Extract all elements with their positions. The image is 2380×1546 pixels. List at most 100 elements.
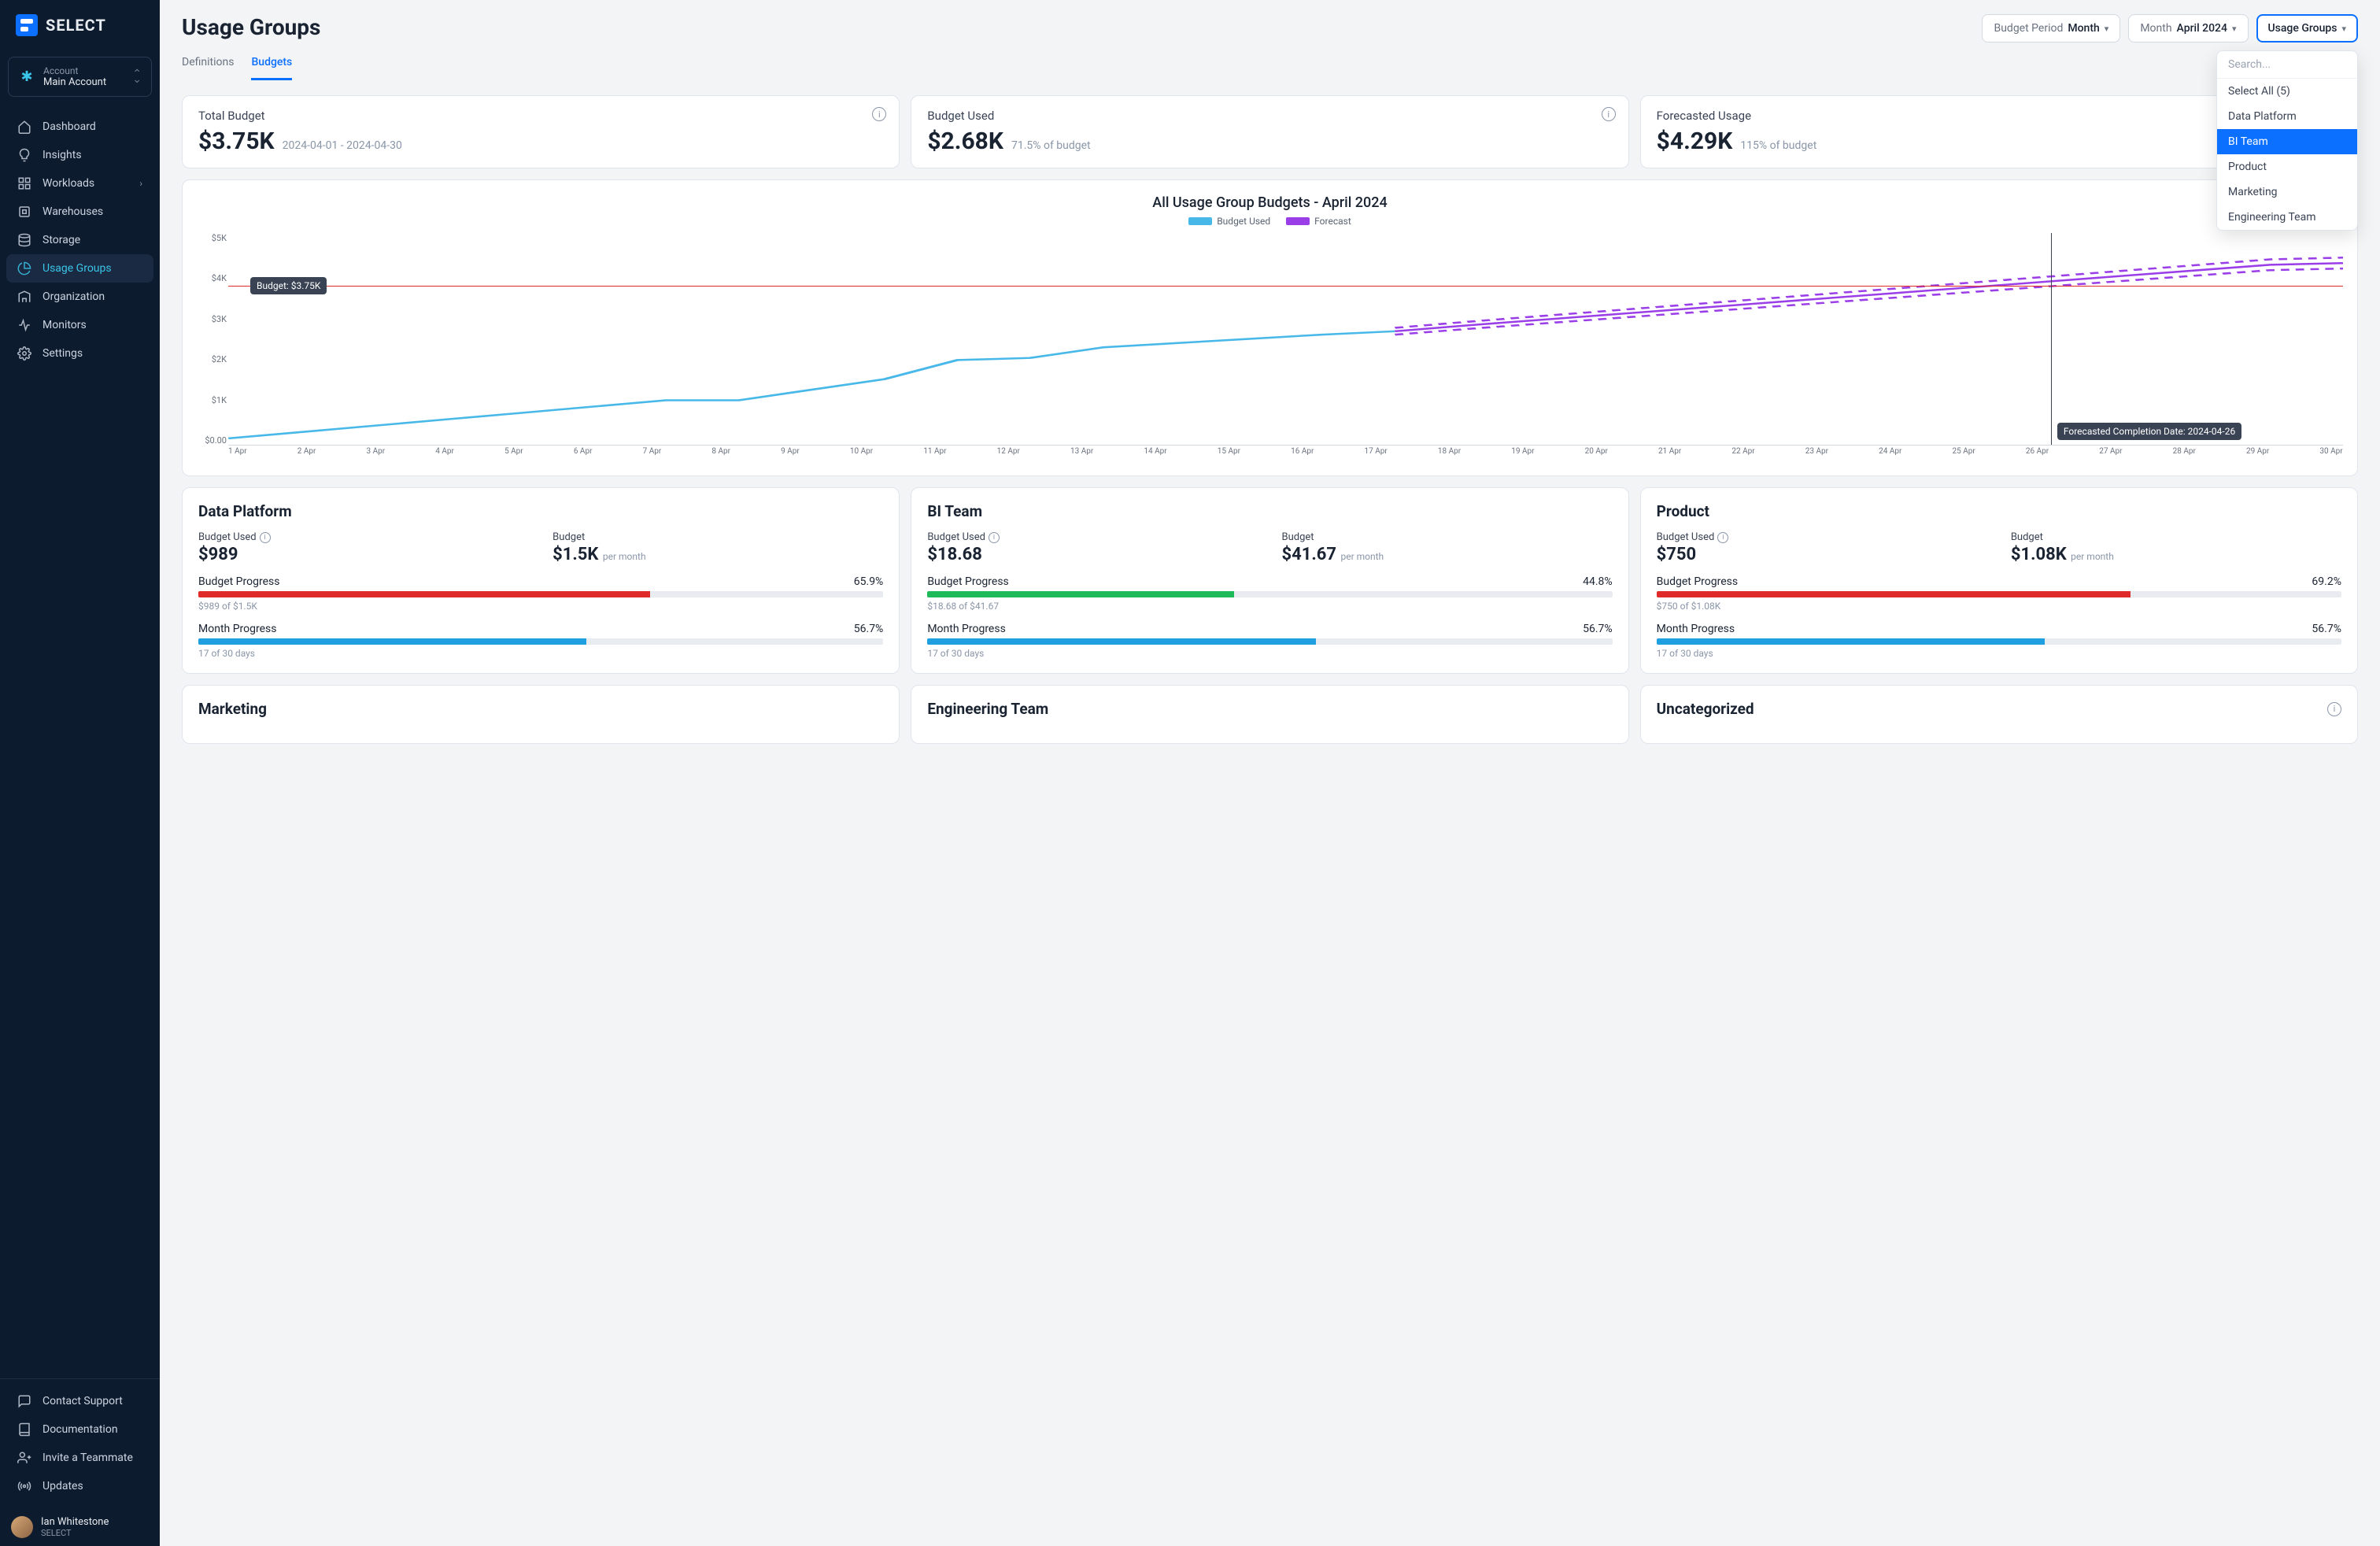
dropdown-item[interactable]: BI Team [2217,129,2357,154]
sidebar-item-settings[interactable]: Settings [6,339,153,368]
group-card: ProductBudget Used i$750Budget$1.08K per… [1640,487,2358,674]
bulb-icon [17,148,31,162]
group-card: Data PlatformBudget Used i$989Budget$1.5… [182,487,900,674]
dropdown-search-input[interactable]: Search... [2217,51,2357,79]
sidebar-item-label: Updates [42,1480,83,1492]
sidebar-item-label: Dashboard [42,120,96,133]
chart-svg [228,233,2343,445]
group-title: Data Platform [198,502,883,520]
budget-period-select[interactable]: Budget Period Month ▾ [1982,14,2120,43]
chevron-right-icon: › [139,178,142,189]
dropdown-item[interactable]: Product [2217,154,2357,179]
tabs: Definitions Budgets [182,51,320,81]
summary-cards: Total Budget i $3.75K2024-04-01 - 2024-0… [182,95,2358,168]
chevron-down-icon: ▾ [2232,24,2237,34]
sidebar-item-organization[interactable]: Organization [6,283,153,311]
sidebar-item-label: Documentation [42,1423,118,1436]
sidebar-item-label: Settings [42,347,83,360]
sidebar-item-invite-a-teammate[interactable]: Invite a Teammate [6,1444,153,1472]
tab-budgets[interactable]: Budgets [251,51,292,80]
budget-progress-bar [927,591,1612,597]
group-title: BI Team [927,502,1612,520]
snowflake-icon: ✱ [18,68,35,86]
avatar [11,1516,33,1538]
sidebar-item-label: Monitors [42,319,87,331]
info-icon[interactable]: i [1717,532,1728,543]
main-content: Usage Groups DefinitionsBudgets Budget P… [160,0,2380,1546]
sidebar-item-documentation[interactable]: Documentation [6,1415,153,1444]
header-controls: Budget Period Month ▾ Month April 2024 ▾… [1982,14,2358,43]
sidebar-item-label: Invite a Teammate [42,1452,133,1464]
chart-title: All Usage Group Budgets - April 2024 [197,194,2343,211]
group-card: BI TeamBudget Used i$18.68Budget$41.67 p… [911,487,1628,674]
sidebar-item-label: Usage Groups [42,262,112,275]
budget-line [228,286,2343,287]
account-switcher[interactable]: ✱ Account Main Account ⌃⌄ [8,57,152,97]
bottom-nav: Contact Support Documentation Invite a Tea… [0,1378,160,1508]
chart-area: $5K$4K$3K$2K$1K$0.00 Budget: $3.75K Fore… [228,233,2343,461]
chevron-down-icon: ▾ [2105,24,2109,34]
dropdown-item[interactable]: Engineering Team [2217,205,2357,230]
sidebar-item-warehouses[interactable]: Warehouses [6,198,153,226]
info-icon[interactable]: i [2327,702,2341,716]
broadcast-icon [17,1479,31,1493]
legend-swatch-forecast [1286,217,1310,225]
sidebar-item-updates[interactable]: Updates [6,1472,153,1500]
group-card: Marketing [182,685,900,744]
chart-y-axis: $5K$4K$3K$2K$1K$0.00 [197,233,227,446]
legend-swatch-used [1188,217,1212,225]
page-header: Usage Groups DefinitionsBudgets Budget P… [182,14,2358,81]
info-icon[interactable]: i [260,532,271,543]
sidebar-item-insights[interactable]: Insights [6,141,153,169]
sidebar-item-monitors[interactable]: Monitors [6,311,153,339]
user-name: Ian Whitestone [41,1516,109,1528]
forecast-completion-line [2051,233,2052,445]
budget-used-card: Budget Used i $2.68K71.5% of budget [911,95,1628,168]
sidebar-item-label: Contact Support [42,1395,123,1407]
gear-icon [17,346,31,361]
budget-label: Budget: $3.75K [250,277,327,294]
sidebar-item-usage-groups[interactable]: Usage Groups [6,254,153,283]
account-label: Account [43,65,124,76]
sidebar-item-storage[interactable]: Storage [6,226,153,254]
group-title: Uncategorized [1657,700,1754,718]
logo[interactable]: SELECT [0,0,160,50]
info-icon[interactable]: i [1602,107,1616,121]
group-title: Product [1657,502,2341,520]
group-cards: Data PlatformBudget Used i$989Budget$1.5… [182,487,2358,744]
chat-icon [17,1394,31,1408]
month-progress-bar [1657,638,2341,645]
forecast-completion-label: Forecasted Completion Date: 2024-04-26 [2057,423,2241,440]
main-nav: Dashboard Insights Workloads› Warehouses Sto… [0,109,160,1378]
sidebar-item-workloads[interactable]: Workloads› [6,169,153,198]
sidebar-item-contact-support[interactable]: Contact Support [6,1387,153,1415]
dropdown-item[interactable]: Data Platform [2217,104,2357,129]
logo-text: SELECT [46,16,106,35]
usage-groups-select[interactable]: Usage Groups ▾ [2256,14,2358,43]
home-icon [17,120,31,134]
total-budget-card: Total Budget i $3.75K2024-04-01 - 2024-0… [182,95,900,168]
chevron-up-down-icon: ⌃⌄ [132,72,142,83]
month-progress-bar [198,638,883,645]
pie-icon [17,261,31,276]
sidebar-item-dashboard[interactable]: Dashboard [6,113,153,141]
dropdown-select-all[interactable]: Select All (5) [2217,79,2357,104]
sidebar-item-label: Insights [42,149,82,161]
book-icon [17,1422,31,1437]
budget-progress-bar [1657,591,2341,597]
account-name: Main Account [43,76,124,88]
sidebar-item-label: Organization [42,290,105,303]
info-icon[interactable]: i [872,107,886,121]
user-org: SELECT [41,1528,109,1538]
info-icon[interactable]: i [989,532,1000,543]
dropdown-item[interactable]: Marketing [2217,179,2357,205]
user-plus-icon [17,1451,31,1465]
group-title: Engineering Team [927,700,1612,718]
user-menu[interactable]: Ian Whitestone SELECT [0,1508,160,1546]
month-progress-bar [927,638,1612,645]
month-select[interactable]: Month April 2024 ▾ [2128,14,2248,43]
sidebar-item-label: Warehouses [42,205,103,218]
tab-definitions[interactable]: Definitions [182,51,234,80]
chart-plot: Budget: $3.75K Forecasted Completion Dat… [228,233,2343,446]
org-icon [17,290,31,304]
